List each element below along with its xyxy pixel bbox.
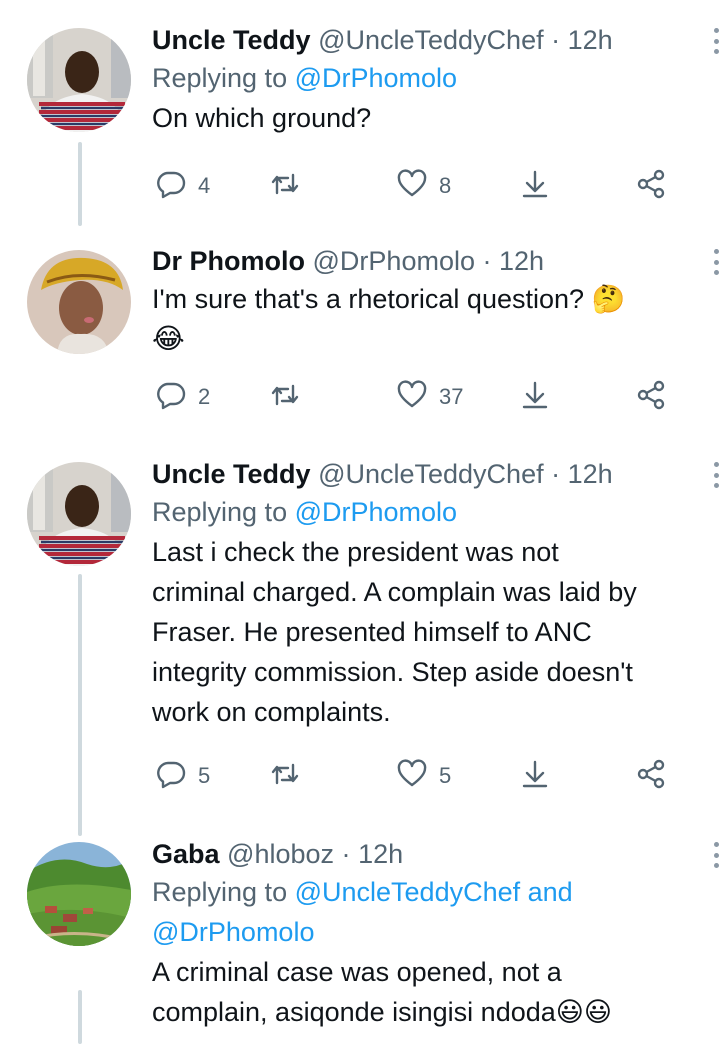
like-button[interactable]: 37 bbox=[397, 377, 463, 417]
send-icon bbox=[520, 759, 550, 794]
like-button[interactable]: 8 bbox=[397, 166, 451, 206]
user-handle[interactable]: @DrPhomolo bbox=[313, 246, 475, 276]
tweet-text-line: criminal charged. A complain was laid by bbox=[152, 577, 637, 607]
tweet-header: Uncle Teddy @UncleTeddyChef · 12h bbox=[152, 22, 692, 58]
tweet-actions: 2 37 bbox=[152, 377, 692, 417]
display-name[interactable]: Uncle Teddy bbox=[152, 459, 311, 489]
share-icon bbox=[636, 169, 666, 204]
like-count: 8 bbox=[439, 173, 452, 198]
tweet-actions: 5 5 bbox=[152, 756, 692, 796]
tweet[interactable]: Uncle Teddy @UncleTeddyChef · 12h Replyi… bbox=[0, 436, 720, 836]
display-name[interactable]: Dr Phomolo bbox=[152, 246, 305, 276]
reply-count: 5 bbox=[198, 763, 211, 788]
tweet[interactable]: Gaba @hloboz · 12h Replying to @UncleTed… bbox=[0, 836, 720, 1044]
more-icon[interactable] bbox=[712, 462, 720, 488]
avatar[interactable] bbox=[27, 28, 131, 132]
timestamp[interactable]: 12h bbox=[568, 25, 613, 55]
user-handle[interactable]: @UncleTeddyChef bbox=[318, 459, 544, 489]
share-button[interactable] bbox=[636, 377, 666, 417]
retweet-icon bbox=[270, 169, 300, 204]
more-icon[interactable] bbox=[712, 842, 720, 868]
tweet-header: Dr Phomolo @DrPhomolo · 12h bbox=[152, 243, 692, 279]
replying-to-label: Replying to bbox=[152, 497, 295, 527]
tweet-actions: 4 8 bbox=[152, 166, 692, 206]
replying-to-label: Replying to bbox=[152, 63, 295, 93]
share-button[interactable] bbox=[636, 756, 666, 796]
reply-button[interactable]: 5 bbox=[156, 756, 210, 796]
tweet-text-line: integrity commission. Step aside doesn't bbox=[152, 657, 633, 687]
share-button[interactable] bbox=[636, 166, 666, 206]
tweet-text-line: 😂 bbox=[152, 322, 185, 355]
tweet-text: On which ground? bbox=[152, 98, 692, 138]
like-count: 37 bbox=[439, 384, 464, 409]
send-icon bbox=[520, 380, 550, 415]
tweet[interactable]: Dr Phomolo @DrPhomolo · 12h I'm sure tha… bbox=[0, 226, 720, 436]
timestamp[interactable]: 12h bbox=[358, 839, 403, 869]
avatar[interactable] bbox=[27, 462, 131, 566]
display-name[interactable]: Gaba bbox=[152, 839, 220, 869]
mention-link[interactable]: @DrPhomolo bbox=[295, 63, 457, 93]
separator-dot: · bbox=[482, 246, 492, 276]
send-button[interactable] bbox=[520, 166, 550, 206]
separator-dot: · bbox=[341, 839, 351, 869]
send-button[interactable] bbox=[520, 377, 550, 417]
tweet-header: Gaba @hloboz · 12h bbox=[152, 836, 692, 872]
like-icon bbox=[397, 758, 427, 794]
tweet-header: Uncle Teddy @UncleTeddyChef · 12h bbox=[152, 456, 692, 492]
replying-to-and: and bbox=[520, 877, 573, 907]
retweet-button[interactable] bbox=[270, 756, 312, 796]
tweet-text-line: Last i check the president was not bbox=[152, 537, 559, 567]
replying-to-line: Replying to @DrPhomolo bbox=[152, 492, 692, 532]
mention-link[interactable]: @DrPhomolo bbox=[295, 497, 457, 527]
more-icon[interactable] bbox=[712, 249, 720, 275]
tweet[interactable]: Uncle Teddy @UncleTeddyChef · 12h Replyi… bbox=[0, 0, 720, 226]
replying-to-label: Replying to bbox=[152, 877, 295, 907]
reply-icon bbox=[156, 759, 186, 794]
send-icon bbox=[520, 169, 550, 204]
mention-link[interactable]: @DrPhomolo bbox=[152, 917, 314, 947]
reply-icon bbox=[156, 169, 186, 204]
tweet-text-line: I'm sure that's a rhetorical question? 🤔 bbox=[152, 284, 626, 314]
replying-to-line: Replying to @UncleTeddyChef and @DrPhomo… bbox=[152, 872, 692, 952]
tweet-text-line: work on complaints. bbox=[152, 697, 391, 727]
like-icon bbox=[397, 379, 427, 415]
avatar[interactable] bbox=[27, 250, 131, 354]
retweet-icon bbox=[270, 380, 300, 415]
like-icon bbox=[397, 168, 427, 204]
user-handle[interactable]: @UncleTeddyChef bbox=[318, 25, 544, 55]
like-count: 5 bbox=[439, 763, 452, 788]
retweet-button[interactable] bbox=[270, 166, 312, 206]
timestamp[interactable]: 12h bbox=[499, 246, 544, 276]
tweet-text: Last i check the president was not crimi… bbox=[152, 532, 692, 732]
avatar[interactable] bbox=[27, 842, 131, 946]
tweet-text: A criminal case was opened, not a compla… bbox=[152, 952, 692, 1032]
separator-dot: · bbox=[551, 459, 561, 489]
send-button[interactable] bbox=[520, 756, 550, 796]
reply-button[interactable]: 2 bbox=[156, 377, 210, 417]
timestamp[interactable]: 12h bbox=[568, 459, 613, 489]
tweet-text-line: A criminal case was opened, not a bbox=[152, 957, 562, 987]
reply-count: 2 bbox=[198, 384, 211, 409]
share-icon bbox=[636, 759, 666, 794]
reply-count: 4 bbox=[198, 173, 211, 198]
separator-dot: · bbox=[551, 25, 561, 55]
tweet-text: I'm sure that's a rhetorical question? 🤔… bbox=[152, 279, 692, 359]
more-icon[interactable] bbox=[712, 28, 720, 54]
display-name[interactable]: Uncle Teddy bbox=[152, 25, 311, 55]
tweet-text-line: On which ground? bbox=[152, 103, 372, 133]
tweet-text-line: Fraser. He presented himself to ANC bbox=[152, 617, 592, 647]
replying-to-line: Replying to @DrPhomolo bbox=[152, 58, 692, 98]
mention-link[interactable]: @UncleTeddyChef bbox=[295, 877, 521, 907]
like-button[interactable]: 5 bbox=[397, 756, 451, 796]
retweet-icon bbox=[270, 759, 300, 794]
reply-button[interactable]: 4 bbox=[156, 166, 210, 206]
tweet-thread: Uncle Teddy @UncleTeddyChef · 12h Replyi… bbox=[0, 0, 720, 1044]
reply-icon bbox=[156, 380, 186, 415]
user-handle[interactable]: @hloboz bbox=[227, 839, 334, 869]
retweet-button[interactable] bbox=[270, 377, 312, 417]
share-icon bbox=[636, 380, 666, 415]
tweet-text-line: complain, asiqonde isingisi ndoda😃😃 bbox=[152, 997, 613, 1027]
